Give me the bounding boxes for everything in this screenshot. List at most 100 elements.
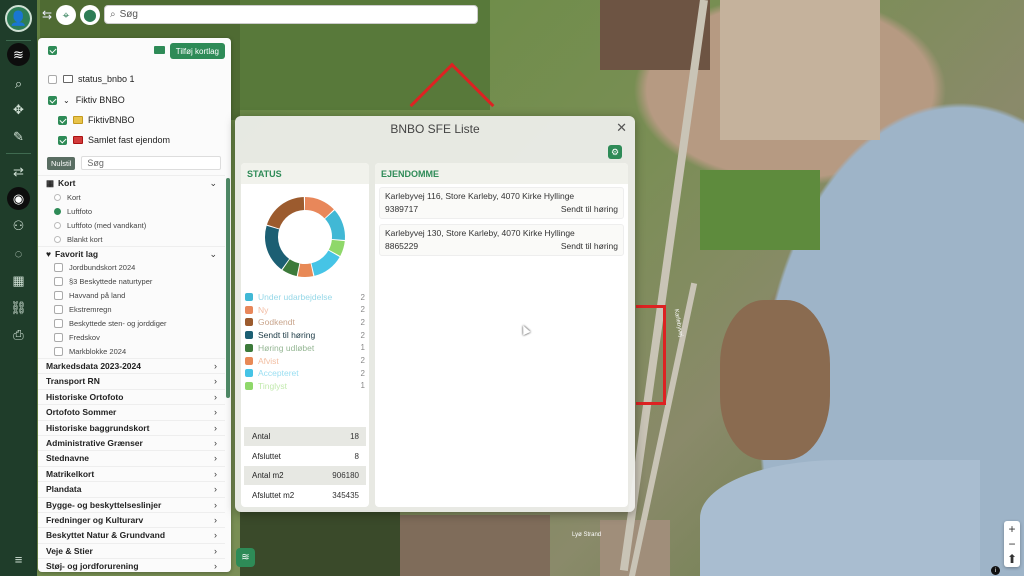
layer-group[interactable]: Matrikelkort › (38, 465, 225, 481)
chevron-right-icon[interactable]: › (214, 361, 217, 371)
link-icon[interactable]: ⛓ (7, 296, 30, 319)
layer-group[interactable]: Støj- og jordforurening › (38, 558, 225, 572)
chevron-right-icon[interactable]: › (214, 376, 217, 386)
layer-checkbox[interactable] (54, 347, 63, 356)
chevron-right-icon[interactable]: › (214, 546, 217, 556)
layer-group[interactable]: Transport RN › (38, 373, 225, 388)
ejendom-item[interactable]: Karlebyvej 130, Store Karleby, 4070 Kirk… (379, 224, 624, 256)
search-map-icon[interactable]: ⌕ (7, 72, 30, 95)
legend-item[interactable]: Sendt til høring 2 (245, 329, 365, 341)
favorite-layer[interactable]: Beskyttede sten- og jorddiger (54, 319, 167, 328)
donut-slice[interactable] (265, 225, 290, 270)
layer-checkbox[interactable] (54, 333, 63, 342)
chevron-right-icon[interactable]: › (214, 407, 217, 417)
layers-icon[interactable]: ≋ (7, 43, 30, 66)
legend-item[interactable]: Tinglyst 1 (245, 380, 365, 392)
measure-icon[interactable]: ✥ (7, 98, 30, 121)
group-favorit[interactable]: ♥ Favorit lag ⌄ (38, 246, 225, 261)
reset-button[interactable]: Nulstil (47, 156, 76, 170)
favorite-layer[interactable]: Markblokke 2024 (54, 347, 126, 356)
legend-item[interactable]: Høring udløbet 1 (245, 342, 365, 354)
chevron-right-icon[interactable]: › (214, 392, 217, 402)
layer-row[interactable]: status_bnbo 1 (48, 74, 231, 84)
layer-group[interactable]: Markedsdata 2023-2024 › (38, 358, 225, 373)
layer-checkbox[interactable] (58, 135, 67, 145)
layer-checkbox[interactable] (54, 319, 63, 328)
user-avatar-icon[interactable]: 👤 (5, 5, 32, 32)
layer-group[interactable]: Administrative Grænser › (38, 435, 225, 450)
favorite-layer[interactable]: Havvand på land (54, 291, 125, 300)
zoom-in-button[interactable]: + (1004, 521, 1020, 536)
layer-row[interactable]: ⌄ Fiktiv BNBO (48, 95, 231, 105)
chevron-right-icon[interactable]: › (214, 438, 217, 448)
layer-group[interactable]: Plandata › (38, 481, 225, 496)
chevron-right-icon[interactable]: › (214, 484, 217, 494)
layer-group[interactable]: Stednavne › (38, 450, 225, 465)
layer-group[interactable]: Ortofoto Sommer › (38, 404, 225, 419)
collapse-arrows-icon[interactable]: ⇆ (38, 4, 56, 26)
building-icon[interactable]: ▦ (7, 269, 30, 292)
favorite-layer[interactable]: Jordbundskort 2024 (54, 263, 135, 272)
basemap-option[interactable]: Blankt kort (54, 235, 102, 244)
bnbo-module-icon[interactable]: ◉ (7, 187, 30, 210)
layer-checkbox[interactable] (54, 263, 63, 272)
panel-scrollbar[interactable] (226, 178, 230, 398)
layer-group[interactable]: Veje & Stier › (38, 542, 225, 558)
chevron-right-icon[interactable]: › (214, 530, 217, 540)
route-icon[interactable]: ⇄ (7, 160, 30, 183)
layer-group[interactable]: Historiske Ortofoto › (38, 388, 225, 404)
legend-item[interactable]: Ny 2 (245, 304, 365, 316)
map-parcel-outline[interactable] (636, 305, 666, 405)
layer-checkbox[interactable] (48, 74, 57, 84)
legend-item[interactable]: Under udarbejdelse 2 (245, 291, 365, 303)
layer-group[interactable]: Bygge- og beskyttelseslinjer › (38, 496, 225, 512)
network-icon[interactable]: ⚇ (7, 214, 30, 237)
group-kort[interactable]: ▦ Kort ⌄ (38, 175, 225, 190)
layer-search-input[interactable]: Søg (81, 156, 222, 170)
pin-icon[interactable]: ⬤ (80, 5, 100, 25)
radio[interactable] (54, 236, 61, 243)
compass-icon[interactable]: ⬆ (1004, 551, 1020, 566)
favorite-layer[interactable]: Fredskov (54, 333, 100, 342)
draw-icon[interactable]: ✎ (7, 125, 30, 148)
basemap-option[interactable]: Luftfoto (54, 207, 92, 216)
layer-group[interactable]: Historiske baggrundskort › (38, 419, 225, 435)
layer-row[interactable]: Samlet fast ejendom (58, 135, 231, 145)
print-icon[interactable]: ⎙ (7, 323, 30, 346)
radio[interactable] (54, 194, 61, 201)
legend-item[interactable]: Godkendt 2 (245, 316, 365, 328)
chevron-right-icon[interactable]: › (214, 515, 217, 525)
legend-item[interactable]: Afvist 2 (245, 355, 365, 367)
close-icon[interactable]: ✕ (616, 120, 627, 136)
chevron-right-icon[interactable]: › (214, 453, 217, 463)
radio[interactable] (54, 208, 61, 215)
chevron-down-icon[interactable]: ⌄ (209, 249, 217, 260)
donut-slice[interactable] (311, 250, 340, 276)
select-all-checkbox[interactable] (48, 46, 57, 55)
favorite-layer[interactable]: §3 Beskyttede naturtyper (54, 277, 152, 286)
chevron-right-icon[interactable]: › (214, 500, 217, 510)
search-input[interactable]: ⌕ Søg (104, 5, 478, 24)
basemap-option[interactable]: Kort (54, 193, 81, 202)
layer-checkbox[interactable] (54, 277, 63, 286)
ejendom-item[interactable]: Karlebyvej 116, Store Karleby, 4070 Kirk… (379, 187, 624, 219)
globe-icon[interactable]: ◌ (7, 242, 30, 265)
layer-checkbox[interactable] (54, 291, 63, 300)
favorite-layer[interactable]: Ekstremregn (54, 305, 112, 314)
chevron-down-icon[interactable]: ⌄ (63, 96, 70, 105)
radio[interactable] (54, 222, 61, 229)
chevron-down-icon[interactable]: ⌄ (209, 178, 217, 189)
layer-checkbox[interactable] (48, 95, 57, 105)
donut-slice[interactable] (266, 197, 305, 229)
legend-item[interactable]: Accepteret 2 (245, 367, 365, 379)
chevron-right-icon[interactable]: › (214, 423, 217, 433)
layer-checkbox[interactable] (54, 305, 63, 314)
chevron-right-icon[interactable]: › (214, 469, 217, 479)
basemap-option[interactable]: Luftfoto (med vandkant) (54, 221, 146, 230)
menu-icon[interactable]: ≡ (7, 548, 30, 571)
chevron-right-icon[interactable]: › (214, 561, 217, 571)
legend-toggle-icon[interactable]: ≋ (236, 548, 255, 567)
zoom-out-button[interactable]: − (1004, 536, 1020, 551)
layer-group[interactable]: Fredninger og Kulturarv › (38, 512, 225, 527)
locate-icon[interactable]: ⌖ (56, 5, 76, 25)
